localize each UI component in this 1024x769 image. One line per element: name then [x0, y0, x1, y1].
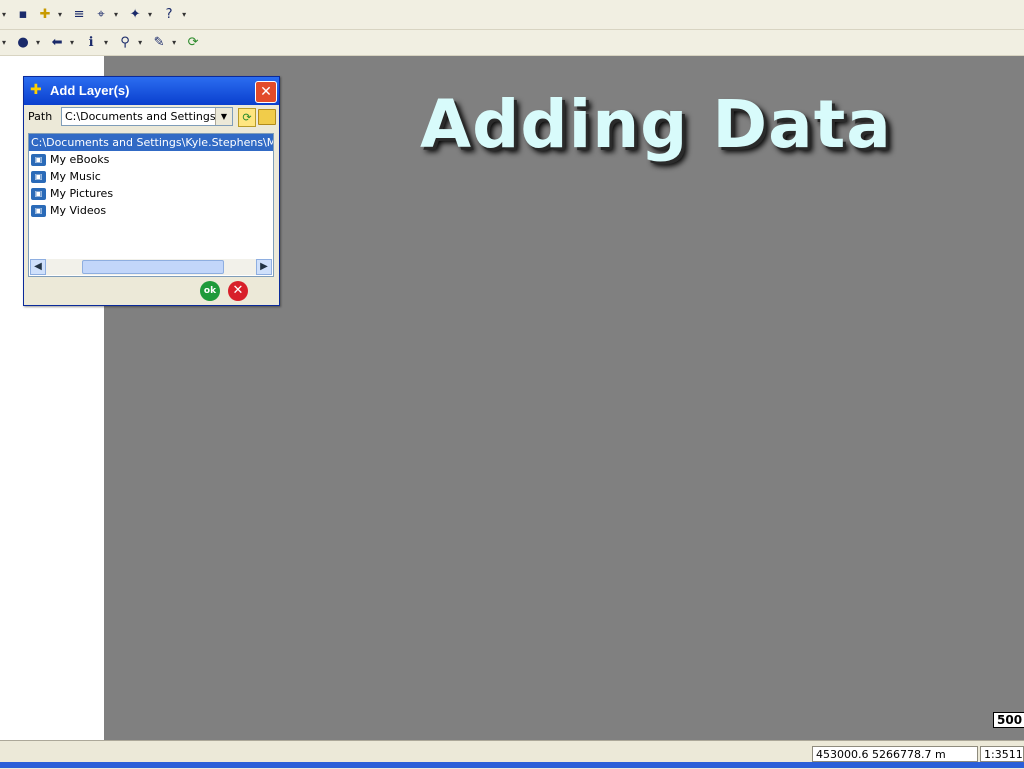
list-item-label: My Videos: [50, 204, 107, 217]
scroll-left-icon[interactable]: ◀: [30, 259, 46, 275]
scale-bar-label: 500: [993, 712, 1024, 728]
cancel-button[interactable]: ✕: [228, 281, 248, 301]
toolbar-dropdown-arrow[interactable]: ▾: [2, 38, 6, 47]
list-item[interactable]: ▣ My Pictures: [29, 185, 273, 202]
coordinate-readout: 453000.6 5266778.7 m: [812, 746, 978, 762]
refresh-button[interactable]: ⟳: [238, 108, 256, 127]
list-item[interactable]: C:\Documents and Settings\Kyle.Stephens\…: [29, 134, 273, 151]
taskbar-edge: [0, 762, 1024, 768]
back-dropdown[interactable]: ▾: [70, 38, 74, 47]
chevron-down-icon[interactable]: ▼: [215, 108, 232, 125]
list-item-label: My eBooks: [50, 153, 110, 166]
folder-icon: ▣: [31, 170, 46, 183]
save-icon[interactable]: ▪: [14, 6, 32, 24]
list-item-label: My Music: [50, 170, 101, 183]
navigation-toolbar: ▾ ● ▾ ⬅ ▾ ℹ ▾ ⚲ ▾ ✎ ▾ ⟳: [0, 30, 1024, 56]
info-dropdown[interactable]: ▾: [104, 38, 108, 47]
list-item[interactable]: ▣ My eBooks: [29, 151, 273, 168]
select-dropdown[interactable]: ▾: [114, 10, 118, 19]
select-tool-icon[interactable]: ⌖: [92, 6, 110, 24]
add-layer-icon: ✚: [30, 82, 42, 98]
dialog-title: Add Layer(s): [50, 83, 130, 98]
find-icon[interactable]: ⚲: [116, 34, 134, 52]
scroll-right-icon[interactable]: ▶: [256, 259, 272, 275]
add-layer-icon[interactable]: ✚: [36, 6, 54, 24]
refresh-icon[interactable]: ⟳: [184, 34, 202, 52]
list-item[interactable]: ▣ My Music: [29, 168, 273, 185]
path-dropdown[interactable]: C:\Documents and Settings\ ▼: [61, 107, 233, 126]
dialog-titlebar[interactable]: ✚ Add Layer(s) ✕: [24, 77, 279, 105]
list-item-label: C:\Documents and Settings\Kyle.Stephens\…: [31, 136, 273, 149]
list-item[interactable]: ▣ My Videos: [29, 202, 273, 219]
tools-dropdown[interactable]: ▾: [148, 10, 152, 19]
folder-icon[interactable]: [258, 109, 276, 125]
find-dropdown[interactable]: ▾: [138, 38, 142, 47]
file-list[interactable]: C:\Documents and Settings\Kyle.Stephens\…: [28, 133, 274, 277]
folder-icon: ▣: [31, 204, 46, 217]
slide-title: Adding Data: [420, 86, 892, 163]
help-dropdown[interactable]: ▾: [182, 10, 186, 19]
folder-icon: ▣: [31, 153, 46, 166]
main-toolbar: ▾ ▪ ✚ ▾ ≡ ⌖ ▾ ✦ ▾ ? ▾: [0, 0, 1024, 30]
path-value: C:\Documents and Settings\: [65, 110, 220, 123]
help-icon[interactable]: ?: [160, 6, 178, 24]
add-layer-dropdown[interactable]: ▾: [58, 10, 62, 19]
scrollbar-thumb[interactable]: [82, 260, 224, 274]
ok-button[interactable]: ok: [200, 281, 220, 301]
edit-pencil-icon[interactable]: ✎: [150, 34, 168, 52]
list-item-label: My Pictures: [50, 187, 114, 200]
edit-dropdown[interactable]: ▾: [172, 38, 176, 47]
globe-dropdown[interactable]: ▾: [36, 38, 40, 47]
tools-icon[interactable]: ✦: [126, 6, 144, 24]
back-arrow-icon[interactable]: ⬅: [48, 34, 66, 52]
folder-icon: ▣: [31, 187, 46, 200]
path-label: Path: [28, 110, 53, 123]
close-button[interactable]: ✕: [255, 81, 277, 103]
horizontal-scrollbar[interactable]: ◀ ▶: [30, 259, 272, 275]
globe-icon[interactable]: ●: [14, 34, 32, 52]
scale-readout: 1:35113: [980, 746, 1024, 762]
layers-icon[interactable]: ≡: [70, 6, 88, 24]
add-layers-dialog: ✚ Add Layer(s) ✕ Path C:\Documents and S…: [23, 76, 280, 306]
info-icon[interactable]: ℹ: [82, 34, 100, 52]
toolbar-dropdown-arrow[interactable]: ▾: [2, 10, 6, 19]
